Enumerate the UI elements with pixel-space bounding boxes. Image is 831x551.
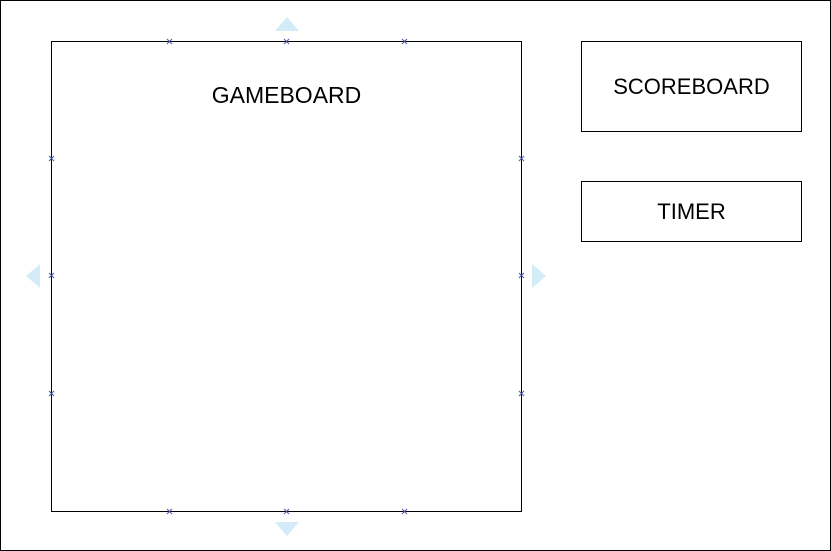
- connection-arrow-left-icon[interactable]: [26, 264, 40, 288]
- resize-handle-icon[interactable]: [166, 38, 173, 45]
- timer-label: TIMER: [657, 198, 726, 224]
- resize-handle-icon[interactable]: [518, 390, 525, 397]
- resize-handle-icon[interactable]: [48, 272, 55, 279]
- resize-handle-icon[interactable]: [166, 508, 173, 515]
- resize-handle-icon[interactable]: [48, 155, 55, 162]
- resize-handle-icon[interactable]: [401, 508, 408, 515]
- resize-handle-icon[interactable]: [283, 508, 290, 515]
- resize-handle-icon[interactable]: [518, 272, 525, 279]
- resize-handle-icon[interactable]: [283, 38, 290, 45]
- connection-arrow-up-icon[interactable]: [275, 17, 299, 31]
- connection-arrow-right-icon[interactable]: [532, 264, 546, 288]
- connection-arrow-down-icon[interactable]: [275, 522, 299, 536]
- scoreboard-label: SCOREBOARD: [613, 73, 770, 99]
- gameboard-label: GAMEBOARD: [211, 82, 362, 108]
- scoreboard-box[interactable]: SCOREBOARD: [581, 41, 802, 132]
- timer-box[interactable]: TIMER: [581, 181, 802, 242]
- resize-handle-icon[interactable]: [518, 155, 525, 162]
- resize-handle-icon[interactable]: [48, 390, 55, 397]
- resize-handle-icon[interactable]: [401, 38, 408, 45]
- gameboard-box[interactable]: GAMEBOARD: [51, 41, 522, 512]
- diagram-canvas: GAMEBOARD SCOREBOARD TIMER: [0, 0, 831, 551]
